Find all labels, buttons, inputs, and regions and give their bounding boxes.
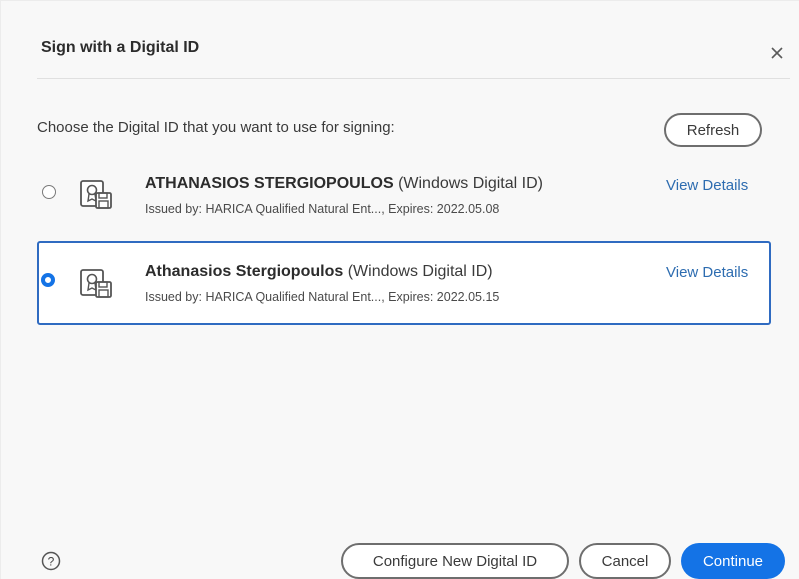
continue-button[interactable]: Continue (681, 543, 785, 579)
certificate-icon (80, 180, 112, 209)
close-icon[interactable] (767, 43, 787, 63)
digital-id-name-line: ATHANASIOS STERGIOPOULOS (Windows Digita… (145, 175, 543, 193)
certificate-icon (80, 269, 112, 298)
view-details-link[interactable]: View Details (666, 264, 748, 281)
digital-id-name-line: Athanasios Stergiopoulos (Windows Digita… (145, 263, 493, 281)
view-details-link[interactable]: View Details (666, 177, 748, 194)
title-divider (37, 78, 790, 79)
refresh-button[interactable]: Refresh (664, 113, 762, 147)
digital-id-option[interactable]: ATHANASIOS STERGIOPOULOS (Windows Digita… (37, 163, 771, 231)
digital-id-issuer: Issued by: HARICA Qualified Natural Ent.… (145, 290, 500, 304)
digital-id-name: Athanasios Stergiopoulos (145, 263, 344, 280)
cancel-button[interactable]: Cancel (579, 543, 671, 579)
digital-id-type: (Windows Digital ID) (398, 175, 543, 192)
sign-digital-id-dialog: Sign with a Digital ID Choose the Digita… (0, 0, 799, 579)
digital-id-option-selected[interactable]: Athanasios Stergiopoulos (Windows Digita… (37, 241, 771, 325)
digital-id-radio[interactable] (42, 185, 56, 199)
dialog-title: Sign with a Digital ID (41, 39, 200, 56)
configure-new-digital-id-button[interactable]: Configure New Digital ID (341, 543, 569, 579)
choose-id-prompt: Choose the Digital ID that you want to u… (37, 119, 395, 136)
digital-id-name: ATHANASIOS STERGIOPOULOS (145, 175, 394, 192)
digital-id-type: (Windows Digital ID) (347, 263, 493, 280)
digital-id-issuer: Issued by: HARICA Qualified Natural Ent.… (145, 202, 500, 216)
digital-id-radio-selected[interactable] (41, 273, 55, 287)
help-icon[interactable]: ? (41, 551, 61, 571)
svg-text:?: ? (48, 555, 55, 569)
